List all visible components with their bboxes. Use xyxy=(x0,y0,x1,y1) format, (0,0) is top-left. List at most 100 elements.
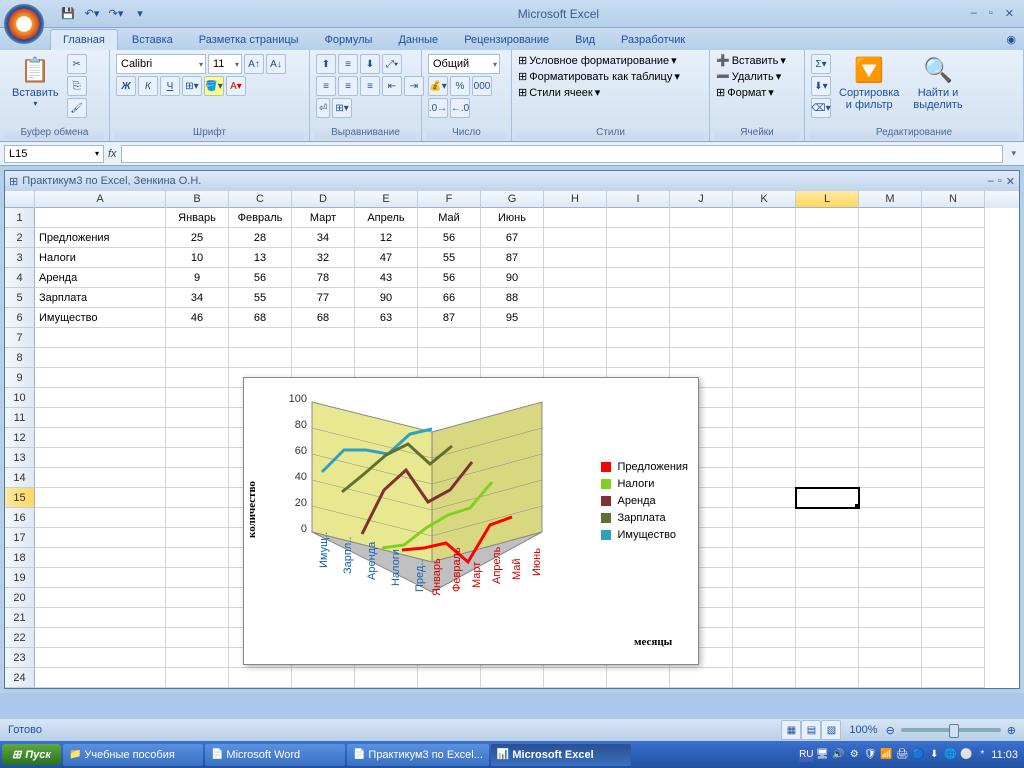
cell-M18[interactable] xyxy=(859,548,922,568)
cell-B5[interactable]: 34 xyxy=(166,288,229,308)
task-word[interactable]: 📄 Microsoft Word xyxy=(205,744,345,766)
orientation-icon[interactable]: ⤢▾ xyxy=(382,54,402,74)
cell-B23[interactable] xyxy=(166,648,229,668)
cell-I2[interactable] xyxy=(607,228,670,248)
cell-L9[interactable] xyxy=(796,368,859,388)
cell-L23[interactable] xyxy=(796,648,859,668)
cell-L1[interactable] xyxy=(796,208,859,228)
cell-N17[interactable] xyxy=(922,528,985,548)
cell-N14[interactable] xyxy=(922,468,985,488)
cell-F3[interactable]: 55 xyxy=(418,248,481,268)
col-header-K[interactable]: K xyxy=(733,191,796,208)
cell-H24[interactable] xyxy=(544,668,607,688)
row-header-3[interactable]: 3 xyxy=(5,248,35,268)
cell-M7[interactable] xyxy=(859,328,922,348)
cell-M16[interactable] xyxy=(859,508,922,528)
cell-N18[interactable] xyxy=(922,548,985,568)
col-header-L[interactable]: L xyxy=(796,191,859,208)
cell-M8[interactable] xyxy=(859,348,922,368)
format-painter-icon[interactable]: 🖌 xyxy=(67,98,87,118)
save-icon[interactable]: 💾 xyxy=(58,4,78,24)
cell-N15[interactable] xyxy=(922,488,985,508)
cell-N19[interactable] xyxy=(922,568,985,588)
embedded-chart[interactable]: количество месяцы 020406080100 Имущ..Зар… xyxy=(243,377,699,665)
cell-F4[interactable]: 56 xyxy=(418,268,481,288)
cell-I8[interactable] xyxy=(607,348,670,368)
cell-M14[interactable] xyxy=(859,468,922,488)
row-header-22[interactable]: 22 xyxy=(5,628,35,648)
cell-K21[interactable] xyxy=(733,608,796,628)
cell-J3[interactable] xyxy=(670,248,733,268)
cell-J5[interactable] xyxy=(670,288,733,308)
tab-home[interactable]: Главная xyxy=(50,29,118,50)
cell-M2[interactable] xyxy=(859,228,922,248)
cell-K23[interactable] xyxy=(733,648,796,668)
cell-H4[interactable] xyxy=(544,268,607,288)
cell-B19[interactable] xyxy=(166,568,229,588)
row-header-2[interactable]: 2 xyxy=(5,228,35,248)
dec-decimal-icon[interactable]: ←.0 xyxy=(450,98,470,118)
cell-N1[interactable] xyxy=(922,208,985,228)
zoom-in-icon[interactable]: ⊕ xyxy=(1007,724,1016,737)
zoom-out-icon[interactable]: ⊖ xyxy=(886,724,895,737)
cell-K14[interactable] xyxy=(733,468,796,488)
cell-M12[interactable] xyxy=(859,428,922,448)
col-header-M[interactable]: M xyxy=(859,191,922,208)
formula-input[interactable] xyxy=(121,145,1004,163)
cell-D3[interactable]: 32 xyxy=(292,248,355,268)
indent-inc-icon[interactable]: ⇥ xyxy=(404,76,424,96)
row-header-20[interactable]: 20 xyxy=(5,588,35,608)
cell-I7[interactable] xyxy=(607,328,670,348)
cell-D1[interactable]: Март xyxy=(292,208,355,228)
help-icon[interactable]: ◉ xyxy=(998,29,1024,50)
cell-M9[interactable] xyxy=(859,368,922,388)
cell-N16[interactable] xyxy=(922,508,985,528)
col-header-E[interactable]: E xyxy=(355,191,418,208)
row-header-10[interactable]: 10 xyxy=(5,388,35,408)
cell-G3[interactable]: 87 xyxy=(481,248,544,268)
clear-icon[interactable]: ⌫▾ xyxy=(811,98,831,118)
cell-N11[interactable] xyxy=(922,408,985,428)
fill-color-button[interactable]: 🪣▾ xyxy=(204,76,224,96)
cell-C8[interactable] xyxy=(229,348,292,368)
cell-A14[interactable] xyxy=(35,468,166,488)
cell-K24[interactable] xyxy=(733,668,796,688)
cell-K3[interactable] xyxy=(733,248,796,268)
italic-button[interactable]: К xyxy=(138,76,158,96)
cell-L20[interactable] xyxy=(796,588,859,608)
cell-B7[interactable] xyxy=(166,328,229,348)
col-header-C[interactable]: C xyxy=(229,191,292,208)
wrap-text-button[interactable]: ⏎ xyxy=(316,98,330,118)
cell-D24[interactable] xyxy=(292,668,355,688)
cell-A7[interactable] xyxy=(35,328,166,348)
cell-K17[interactable] xyxy=(733,528,796,548)
cell-I24[interactable] xyxy=(607,668,670,688)
row-header-6[interactable]: 6 xyxy=(5,308,35,328)
inc-decimal-icon[interactable]: .0→ xyxy=(428,98,448,118)
tab-insert[interactable]: Вставка xyxy=(120,30,185,50)
cell-A11[interactable] xyxy=(35,408,166,428)
cell-M10[interactable] xyxy=(859,388,922,408)
close-btn[interactable]: ✕ xyxy=(1001,7,1018,20)
cell-B10[interactable] xyxy=(166,388,229,408)
number-format-combo[interactable]: Общий xyxy=(428,54,500,74)
conditional-format-button[interactable]: ⊞ Условное форматирование ▾ xyxy=(518,54,677,67)
row-header-5[interactable]: 5 xyxy=(5,288,35,308)
cell-H7[interactable] xyxy=(544,328,607,348)
comma-icon[interactable]: 000 xyxy=(472,76,492,96)
cell-C6[interactable]: 68 xyxy=(229,308,292,328)
cell-A3[interactable]: Налоги xyxy=(35,248,166,268)
row-header-4[interactable]: 4 xyxy=(5,268,35,288)
cell-B20[interactable] xyxy=(166,588,229,608)
cell-J7[interactable] xyxy=(670,328,733,348)
cell-A24[interactable] xyxy=(35,668,166,688)
font-name-combo[interactable]: Calibri xyxy=(116,54,206,74)
cell-L24[interactable] xyxy=(796,668,859,688)
cell-C1[interactable]: Февраль xyxy=(229,208,292,228)
cell-K11[interactable] xyxy=(733,408,796,428)
cell-L12[interactable] xyxy=(796,428,859,448)
view-break-icon[interactable]: ▧ xyxy=(821,720,841,740)
col-header-A[interactable]: A xyxy=(35,191,166,208)
cell-H3[interactable] xyxy=(544,248,607,268)
cell-M21[interactable] xyxy=(859,608,922,628)
